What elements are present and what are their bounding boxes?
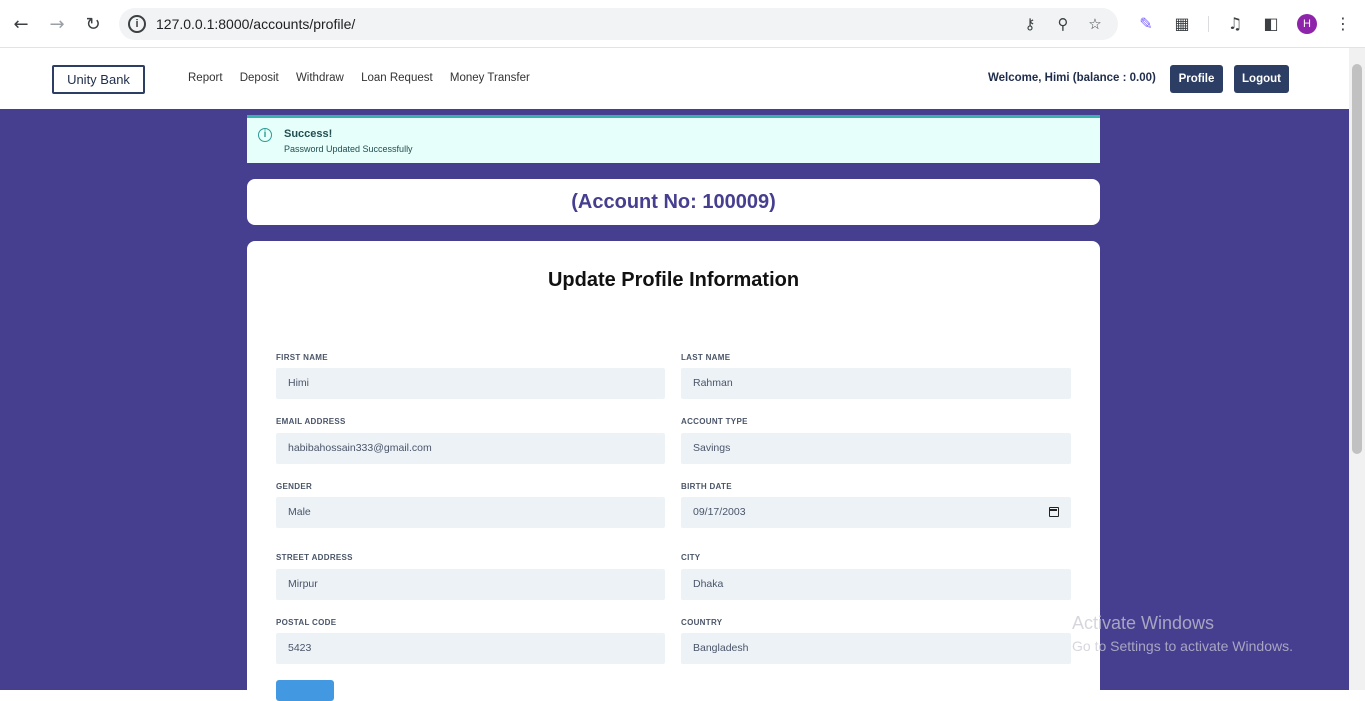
profile-form-card: Update Profile Information FIRST NAME Hi… — [247, 241, 1100, 701]
scroll-thumb[interactable] — [1352, 64, 1362, 454]
country-input[interactable]: Bangladesh — [681, 633, 1071, 664]
nav-deposit[interactable]: Deposit — [240, 72, 279, 84]
account-type-input[interactable]: Savings — [681, 433, 1071, 464]
first-name-input[interactable]: Himi — [276, 368, 665, 399]
birth-date-input[interactable]: 09/17/2003 — [681, 497, 1071, 528]
form-title: Update Profile Information — [547, 269, 800, 291]
birth-date-value: 09/17/2003 — [693, 506, 746, 518]
zoom-icon[interactable]: ⚲ — [1054, 15, 1072, 33]
last-name-label: LAST NAME — [681, 353, 731, 362]
brand-logo[interactable]: Unity Bank — [52, 65, 145, 94]
update-button[interactable] — [276, 680, 334, 701]
postal-code-input[interactable]: 5423 — [276, 633, 665, 664]
city-input[interactable]: Dhaka — [681, 569, 1071, 600]
street-address-input[interactable]: Mirpur — [276, 569, 665, 600]
nav-report[interactable]: Report — [188, 72, 223, 84]
nav-withdraw[interactable]: Withdraw — [296, 72, 344, 84]
account-number-card: (Account No: 100009) — [247, 179, 1100, 225]
forward-icon[interactable]: → — [45, 12, 69, 36]
account-type-label: ACCOUNT TYPE — [681, 417, 748, 426]
toolbar-divider — [1208, 16, 1209, 32]
url-text[interactable]: 127.0.0.1:8000/accounts/profile/ — [156, 16, 355, 32]
page-scrollbar[interactable] — [1349, 48, 1365, 690]
nav-links: Report Deposit Withdraw Loan Request Mon… — [188, 72, 544, 84]
nav-money-transfer[interactable]: Money Transfer — [450, 72, 530, 84]
side-panel-icon[interactable]: ◧ — [1261, 14, 1281, 34]
last-name-input[interactable]: Rahman — [681, 368, 1071, 399]
back-icon[interactable]: ← — [9, 12, 33, 36]
gender-label: GENDER — [276, 482, 313, 491]
profile-avatar[interactable]: H — [1297, 14, 1317, 34]
first-name-label: FIRST NAME — [276, 353, 328, 362]
star-icon[interactable]: ☆ — [1086, 15, 1104, 33]
extension-pen-icon[interactable]: ✎ — [1136, 14, 1156, 34]
key-icon[interactable]: ⚷ — [1021, 15, 1039, 33]
media-icon[interactable]: ♫ — [1225, 14, 1245, 34]
nav-loan-request[interactable]: Loan Request — [361, 72, 433, 84]
site-info-icon[interactable]: i — [128, 15, 146, 33]
street-address-label: STREET ADDRESS — [276, 553, 353, 562]
windows-watermark-title: Activate Windows — [1072, 613, 1215, 633]
welcome-text: Welcome, Himi (balance : 0.00) — [988, 72, 1156, 84]
alert-title: Success! — [284, 128, 333, 140]
email-label: EMAIL ADDRESS — [276, 417, 346, 426]
country-label: COUNTRY — [681, 618, 723, 627]
postal-code-label: POSTAL CODE — [276, 618, 337, 627]
profile-button[interactable]: Profile — [1170, 65, 1223, 93]
alert-message: Password Updated Successfully — [284, 144, 413, 154]
email-input[interactable]: habibahossain333@gmail.com — [276, 433, 665, 464]
windows-watermark-subtitle: Go to Settings to activate Windows. — [1072, 638, 1293, 654]
info-icon: i — [258, 128, 272, 142]
birth-date-label: BIRTH DATE — [681, 482, 732, 491]
calendar-icon[interactable] — [1049, 507, 1059, 517]
city-label: CITY — [681, 553, 701, 562]
menu-icon[interactable]: ⋮ — [1333, 14, 1353, 34]
site-navbar: Unity Bank Report Deposit Withdraw Loan … — [0, 48, 1349, 109]
success-alert: i Success! Password Updated Successfully — [247, 115, 1100, 163]
address-bar[interactable]: i 127.0.0.1:8000/accounts/profile/ ⚷ ⚲ ☆ — [119, 8, 1118, 40]
account-number: (Account No: 100009) — [571, 191, 776, 213]
logout-button[interactable]: Logout — [1234, 65, 1289, 93]
reload-icon[interactable]: ↻ — [81, 12, 105, 36]
browser-toolbar: ← → ↻ i 127.0.0.1:8000/accounts/profile/… — [0, 0, 1365, 48]
gender-input[interactable]: Male — [276, 497, 665, 528]
puzzle-icon[interactable]: ▦ — [1172, 14, 1192, 34]
